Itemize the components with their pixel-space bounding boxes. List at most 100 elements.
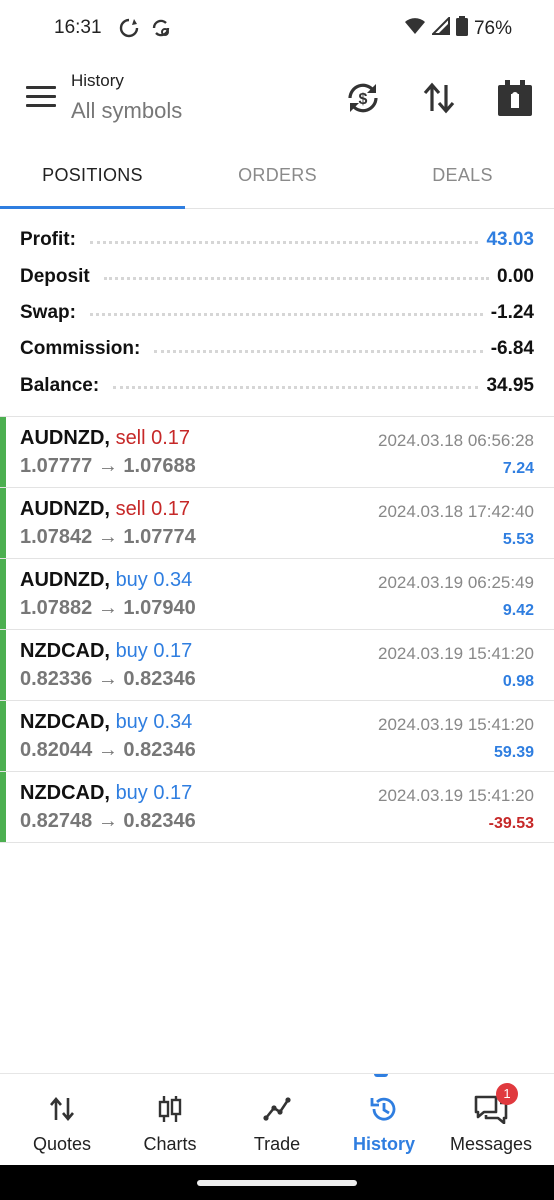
nav-label: Quotes	[32, 1134, 92, 1154]
app-bar: History All symbols $	[0, 56, 554, 152]
position-symbol: NZDCAD,	[20, 782, 110, 804]
nav-label: Trade	[253, 1134, 301, 1154]
sync-status-icon	[118, 17, 140, 44]
gesture-bar	[0, 1165, 554, 1200]
dotted-leader	[89, 313, 483, 317]
currency-sync-button[interactable]: $	[343, 78, 383, 118]
hamburger-icon	[26, 86, 56, 89]
nav-quotes[interactable]: Quotes	[8, 1074, 116, 1166]
position-status-bar	[0, 701, 6, 771]
position-status-bar	[0, 417, 6, 487]
position-status-bar	[0, 559, 6, 629]
position-prices: 0.82044 → 0.82346	[20, 739, 196, 761]
position-time: 2024.03.18 17:42:40	[378, 502, 534, 521]
position-prices: 1.07842 → 1.07774	[20, 526, 196, 548]
position-side: buy 0.34	[115, 711, 193, 733]
wifi-icon	[404, 17, 426, 40]
summary-label: Balance:	[20, 374, 106, 397]
nav-charts[interactable]: Charts	[116, 1074, 224, 1166]
position-prices: 0.82748 → 0.82346	[20, 810, 196, 832]
page-title: History	[71, 71, 124, 90]
position-prices: 0.82336 → 0.82346	[20, 668, 196, 690]
position-side: buy 0.34	[115, 569, 193, 591]
trade-line-icon	[263, 1097, 291, 1121]
position-row[interactable]: NZDCAD, buy 0.17 0.82748 → 0.82346 2024.…	[0, 772, 554, 843]
symbol-filter[interactable]: All symbols	[71, 98, 182, 124]
sort-arrows-icon	[423, 82, 455, 114]
position-side: buy 0.17	[115, 640, 193, 662]
summary-row-profit: Profit: 43.03	[20, 222, 534, 258]
bottom-navigation: Quotes Charts Trade History 1 Messages	[0, 1073, 554, 1165]
candlestick-icon	[158, 1096, 182, 1122]
battery-icon	[455, 16, 468, 41]
unread-badge: 1	[496, 1083, 518, 1105]
position-side: sell 0.17	[115, 427, 191, 449]
position-status-bar	[0, 630, 6, 700]
position-row[interactable]: NZDCAD, buy 0.34 0.82044 → 0.82346 2024.…	[0, 701, 554, 772]
dotted-leader	[103, 277, 490, 281]
nav-label: Messages	[449, 1134, 533, 1154]
battery-percent: 76%	[473, 17, 512, 39]
dotted-leader	[89, 240, 479, 244]
sort-button[interactable]	[419, 78, 459, 118]
position-time: 2024.03.19 15:41:20	[378, 715, 534, 734]
quotes-arrows-icon	[50, 1096, 74, 1122]
position-time: 2024.03.18 06:56:28	[378, 431, 534, 450]
nav-label: Charts	[143, 1134, 197, 1154]
summary-value: 0.00	[497, 265, 534, 287]
position-row[interactable]: NZDCAD, buy 0.17 0.82336 → 0.82346 2024.…	[0, 630, 554, 701]
position-profit: 9.42	[502, 602, 534, 619]
summary-label: Profit:	[20, 229, 82, 252]
position-time: 2024.03.19 06:25:49	[378, 573, 534, 592]
summary-panel: Profit: 43.03 Deposit 0.00 Swap: -1.24 C…	[20, 222, 534, 404]
summary-row-deposit: Deposit 0.00	[20, 258, 534, 294]
position-status-bar	[0, 488, 6, 558]
position-time: 2024.03.19 15:41:20	[378, 786, 534, 805]
calendar-icon	[498, 80, 532, 116]
tab-orders[interactable]: ORDERS	[185, 152, 370, 208]
nav-trade[interactable]: Trade	[223, 1074, 331, 1166]
history-clock-icon	[370, 1097, 396, 1121]
summary-label: Deposit	[20, 265, 96, 288]
signal-icon	[430, 15, 450, 40]
position-symbol: NZDCAD,	[20, 711, 110, 733]
position-symbol: AUDNZD,	[20, 427, 110, 449]
position-prices: 1.07777 → 1.07688	[20, 455, 196, 477]
summary-row-swap: Swap: -1.24	[20, 295, 534, 331]
status-bar: 16:31 76%	[0, 0, 554, 56]
position-symbol: NZDCAD,	[20, 640, 110, 662]
position-status-bar	[0, 772, 6, 842]
dotted-leader	[113, 386, 479, 390]
position-side: buy 0.17	[115, 782, 193, 804]
position-time: 2024.03.19 15:41:20	[378, 644, 534, 663]
menu-button[interactable]	[26, 86, 56, 110]
tab-indicator	[0, 206, 185, 209]
nav-label: History	[352, 1134, 415, 1154]
position-row[interactable]: AUDNZD, buy 0.34 1.07882 → 1.07940 2024.…	[0, 559, 554, 630]
status-time: 16:31	[54, 17, 102, 38]
summary-label: Swap:	[20, 301, 82, 324]
tab-deals[interactable]: DEALS	[370, 152, 554, 208]
position-profit: -39.53	[488, 815, 534, 832]
position-profit: 5.53	[502, 531, 534, 548]
position-symbol: AUDNZD,	[20, 569, 110, 591]
history-tabs: POSITIONS ORDERS DEALS	[0, 152, 554, 209]
position-profit: 7.24	[502, 460, 534, 477]
nav-history[interactable]: History	[330, 1074, 438, 1166]
calendar-button[interactable]	[495, 78, 535, 118]
currency-sync-icon: $	[348, 83, 378, 113]
summary-value: 43.03	[486, 229, 534, 251]
dotted-leader	[154, 349, 483, 353]
position-profit: 59.39	[493, 744, 534, 761]
gear-sync-icon	[150, 17, 172, 44]
position-row[interactable]: AUDNZD, sell 0.17 1.07842 → 1.07774 2024…	[0, 488, 554, 559]
summary-value: -1.24	[490, 301, 534, 323]
svg-text:$: $	[359, 91, 368, 108]
home-indicator[interactable]	[197, 1180, 357, 1186]
position-prices: 1.07882 → 1.07940	[20, 597, 196, 619]
position-symbol: AUDNZD,	[20, 498, 110, 520]
nav-messages[interactable]: 1 Messages	[437, 1074, 545, 1166]
summary-row-commission: Commission: -6.84	[20, 331, 534, 367]
position-row[interactable]: AUDNZD, sell 0.17 1.07777 → 1.07688 2024…	[0, 417, 554, 488]
tab-positions[interactable]: POSITIONS	[0, 152, 185, 208]
